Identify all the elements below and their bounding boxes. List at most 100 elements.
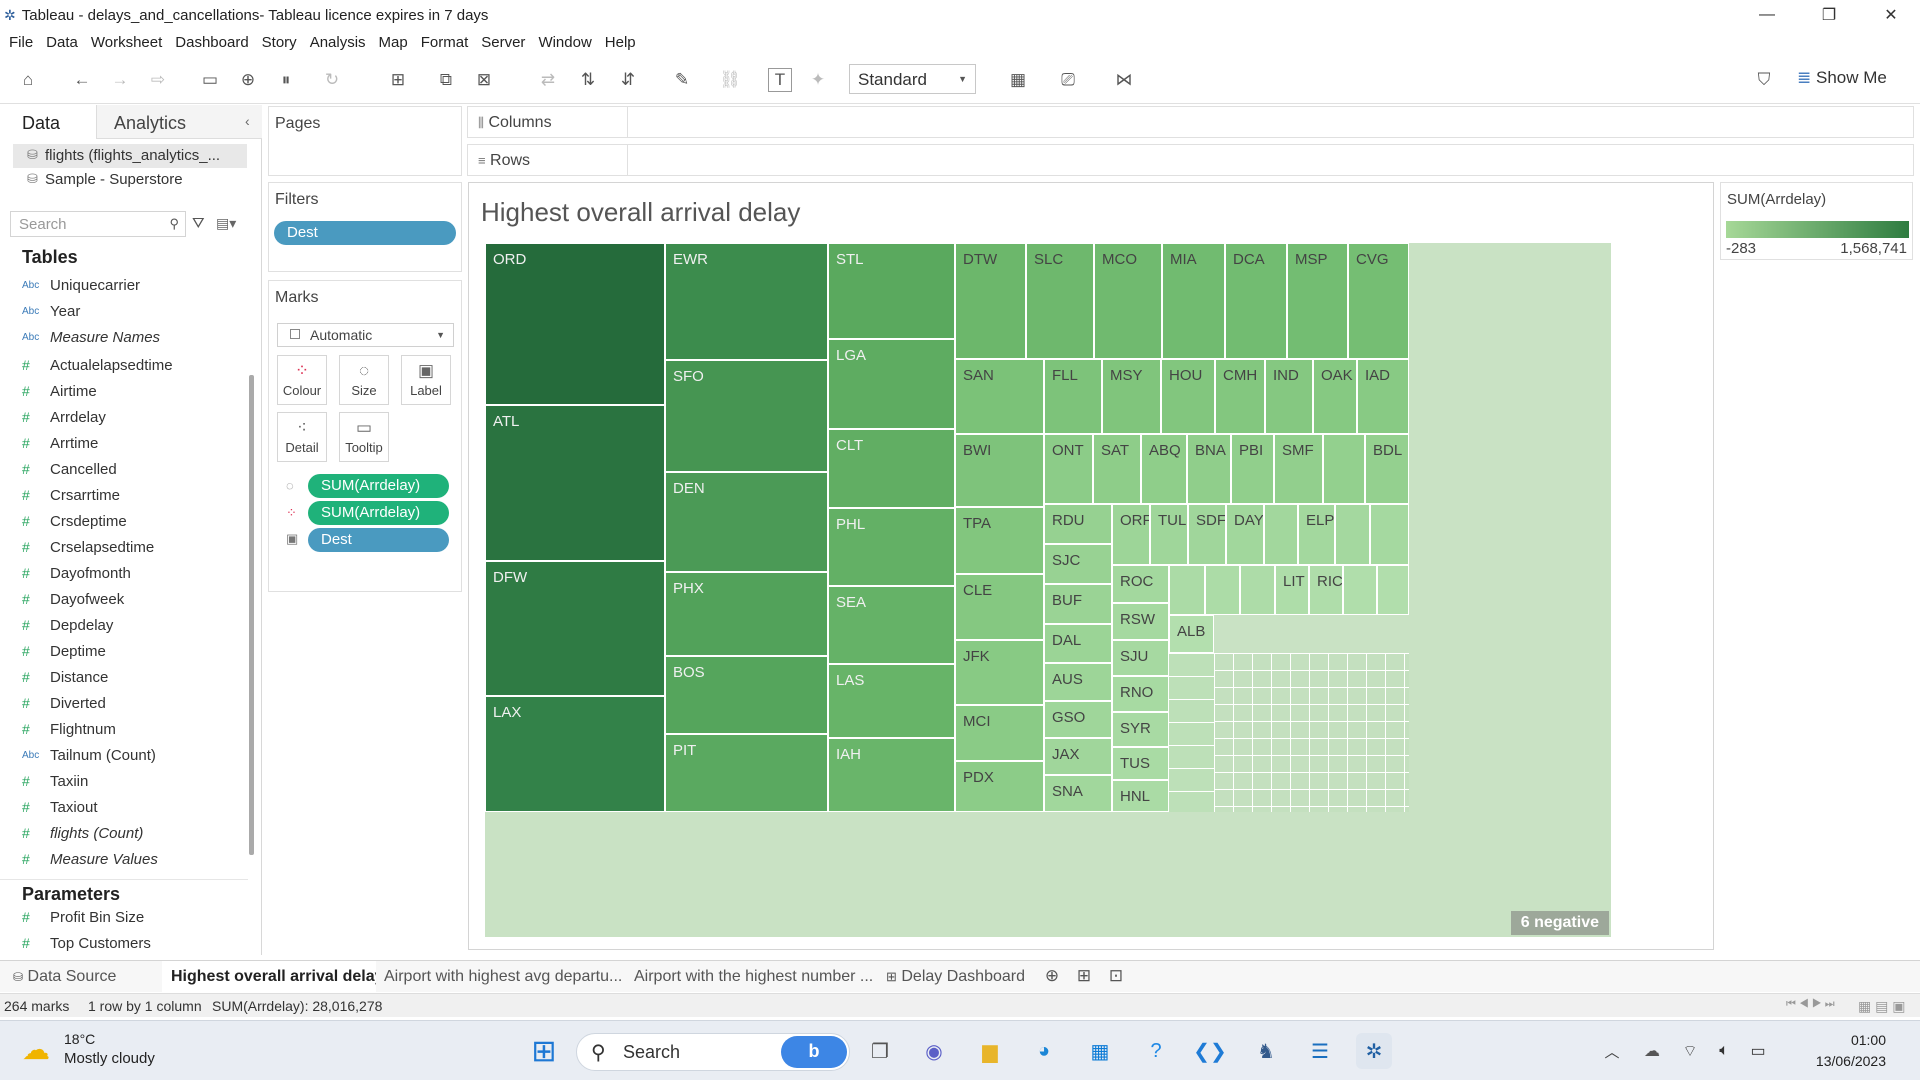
mark-type-select[interactable]: Automatic ▼ <box>277 323 454 347</box>
fit-mode-select[interactable]: Standard ▼ <box>849 64 976 94</box>
filter-pill-dest[interactable]: Dest <box>274 221 456 245</box>
refresh-icon[interactable]: ↻ <box>320 68 344 92</box>
wifi-icon[interactable]: ⌔ <box>1672 1033 1708 1069</box>
treemap-tile-tus[interactable]: TUS <box>1112 747 1169 780</box>
group-icon[interactable]: ⛓ <box>718 68 742 92</box>
treemap-tile-sjc[interactable]: SJC <box>1044 544 1112 584</box>
clock[interactable]: 01:00 13/06/2023 <box>1808 1030 1886 1072</box>
store-icon[interactable]: ▦ <box>1082 1033 1118 1069</box>
pages-card[interactable]: Pages <box>268 106 462 176</box>
share-icon[interactable]: ⋈ <box>1112 68 1136 92</box>
tab-highest-overall-arrival-delay[interactable]: Highest overall arrival delay <box>162 961 376 992</box>
tooltip-button[interactable]: ▭ Tooltip <box>339 412 389 462</box>
treemap-tile-roc[interactable]: ROC <box>1112 565 1169 603</box>
collapse-pane-icon[interactable]: ‹ <box>245 113 250 129</box>
menu-file[interactable]: File <box>9 34 33 51</box>
treemap-tile-lga[interactable]: LGA <box>828 339 955 429</box>
treemap-tile[interactable] <box>1240 565 1275 615</box>
marks-pill-label-dest[interactable]: Dest <box>308 528 449 552</box>
notepad-icon[interactable]: ☰ <box>1302 1033 1338 1069</box>
sort-descending-icon[interactable]: ⇵ <box>616 68 640 92</box>
filters-card[interactable]: Filters Dest <box>268 182 462 272</box>
treemap-tile-mco[interactable]: MCO <box>1094 243 1162 359</box>
columns-shelf[interactable]: ⫼ Columns <box>467 106 1914 138</box>
treemap-tile-phl[interactable]: PHL <box>828 508 955 586</box>
treemap-tile-jfk[interactable]: JFK <box>955 640 1044 705</box>
detail-button[interactable]: ⁖ Detail <box>277 412 327 462</box>
menu-data[interactable]: Data <box>46 34 78 51</box>
format-painter-icon[interactable]: ⛉ <box>1752 68 1776 92</box>
treemap-tile-san[interactable]: SAN <box>955 359 1044 434</box>
pause-updates-icon[interactable]: ⏸ <box>274 68 298 92</box>
treemap-tile-ind[interactable]: IND <box>1265 359 1313 434</box>
treemap-tile-aus[interactable]: AUS <box>1044 663 1112 701</box>
treemap-tile-den[interactable]: DEN <box>665 472 828 572</box>
menu-analysis[interactable]: Analysis <box>310 34 366 51</box>
tab-data-source[interactable]: ⛁ Data Source <box>4 961 156 992</box>
treemap-tile-bna[interactable]: BNA <box>1187 434 1231 504</box>
treemap-tile-iah[interactable]: IAH <box>828 738 955 812</box>
treemap-tile-las[interactable]: LAS <box>828 664 955 738</box>
taskbar-search[interactable]: ⚲ Search b <box>576 1033 850 1071</box>
treemap-tile-dca[interactable]: DCA <box>1225 243 1287 359</box>
treemap-tile-stl[interactable]: STL <box>828 243 955 339</box>
menu-story[interactable]: Story <box>262 34 297 51</box>
treemap-tile-mia[interactable]: MIA <box>1162 243 1225 359</box>
treemap-tile-dfw[interactable]: DFW <box>485 561 665 696</box>
treemap-tile-ord[interactable]: ORD <box>485 243 665 405</box>
data-pane-scrollbar[interactable] <box>249 375 254 855</box>
highlight-icon[interactable]: ✎ <box>670 68 694 92</box>
presentation-mode-icon[interactable]: ⎚ <box>1056 68 1080 92</box>
treemap-tile[interactable] <box>1335 504 1370 565</box>
treemap-tile[interactable] <box>1323 434 1365 504</box>
size-button[interactable]: ◌ Size <box>339 355 389 405</box>
treemap-tile-bdl[interactable]: BDL <box>1365 434 1409 504</box>
new-dashboard-icon[interactable]: ⊞ <box>1072 964 1096 988</box>
search-input[interactable]: Search ⚲ <box>10 211 186 237</box>
help-icon[interactable]: ? <box>1138 1033 1174 1069</box>
menu-format[interactable]: Format <box>421 34 469 51</box>
restore-button[interactable]: ❐ <box>1806 0 1852 30</box>
treemap-small-tiles[interactable] <box>1214 653 1409 812</box>
treemap-tile-abq[interactable]: ABQ <box>1141 434 1187 504</box>
weather-widget[interactable]: ☁ 18°C Mostly cloudy <box>22 1031 172 1071</box>
show-labels-icon[interactable]: T <box>768 68 792 92</box>
clear-sheet-icon[interactable]: ⊠ <box>472 68 496 92</box>
menu-map[interactable]: Map <box>379 34 408 51</box>
treemap-tile[interactable] <box>1264 504 1298 565</box>
minimize-button[interactable]: — <box>1744 0 1790 30</box>
redo-icon[interactable]: → <box>108 68 132 92</box>
colour-legend[interactable]: SUM(Arrdelay) -283 1,568,741 <box>1720 182 1913 260</box>
treemap-tile-jax[interactable]: JAX <box>1044 738 1112 775</box>
teams-chat-icon[interactable]: ◉ <box>916 1033 952 1069</box>
treemap-tile-pdx[interactable]: PDX <box>955 761 1044 812</box>
edge-icon[interactable]: ◕ <box>1026 1033 1062 1069</box>
tab-analytics[interactable]: Analytics <box>96 105 262 139</box>
treemap-tile-pbi[interactable]: PBI <box>1231 434 1274 504</box>
treemap-tile-clt[interactable]: CLT <box>828 429 955 508</box>
treemap-tile-iad[interactable]: IAD <box>1357 359 1409 434</box>
treemap-tile-lax[interactable]: LAX <box>485 696 665 812</box>
treemap-tile-elp[interactable]: ELP <box>1298 504 1335 565</box>
close-button[interactable]: ✕ <box>1868 0 1914 30</box>
datasource-superstore[interactable]: ⛁ Sample - Superstore <box>13 168 247 192</box>
treemap-tile-bos[interactable]: BOS <box>665 656 828 734</box>
treemap-tile-lit[interactable]: LIT <box>1275 565 1309 615</box>
treemap-tile[interactable] <box>1205 565 1240 615</box>
treemap-tile-buf[interactable]: BUF <box>1044 584 1112 624</box>
task-view-icon[interactable]: ❐ <box>862 1033 898 1069</box>
treemap-tile-rsw[interactable]: RSW <box>1112 603 1169 640</box>
undo-icon[interactable]: ← <box>70 68 94 92</box>
rows-shelf[interactable]: ≡ Rows <box>467 144 1914 176</box>
treemap-tile-rno[interactable]: RNO <box>1112 676 1169 712</box>
file-explorer-icon[interactable]: ▆ <box>972 1033 1008 1069</box>
tab-airport-highest-avg-departure[interactable]: Airport with highest avg departu... <box>375 961 625 992</box>
treemap-tile-dtw[interactable]: DTW <box>955 243 1026 359</box>
view-options-icon[interactable]: ▤▾ <box>216 215 236 232</box>
postgres-icon[interactable]: ♞ <box>1248 1033 1284 1069</box>
tab-delay-dashboard[interactable]: ⊞ Delay Dashboard <box>877 961 1037 992</box>
volume-icon[interactable]: 🔈︎ <box>1706 1033 1742 1069</box>
treemap[interactable]: ORD ATL DFW LAX EWR SFO DEN PHX BOS PIT STL LGA CLT P… <box>485 243 1611 937</box>
treemap-tile[interactable] <box>1377 565 1409 615</box>
treemap-tile-pit[interactable]: PIT <box>665 734 828 812</box>
